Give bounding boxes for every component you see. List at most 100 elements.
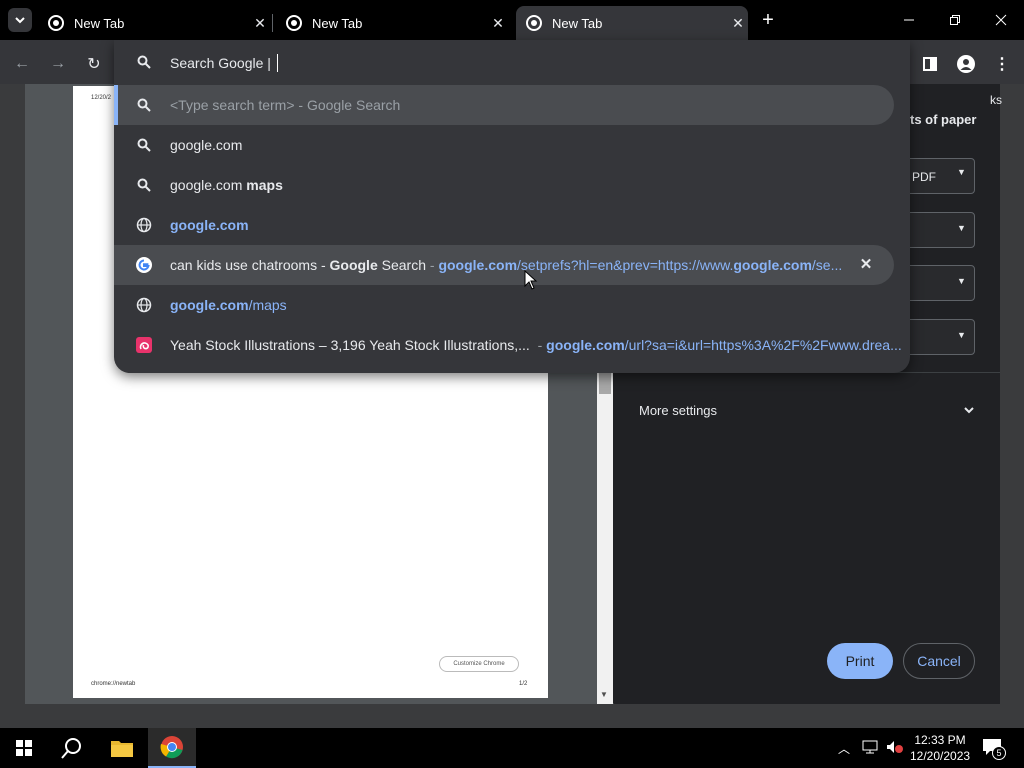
- chevron-down-icon: ▼: [957, 223, 966, 233]
- chevron-down-icon: ▼: [957, 167, 966, 177]
- suggestion-text-part: /se...: [811, 257, 843, 273]
- suggestion-text: google.com/maps: [170, 297, 287, 313]
- suggestion-text-part: maps: [246, 177, 283, 193]
- suggestion-text-part: google.com: [170, 137, 243, 153]
- tab-1[interactable]: New Tab ✕: [38, 6, 270, 40]
- omnibox-suggestion[interactable]: google.com: [114, 205, 894, 245]
- chrome-icon: [160, 736, 183, 759]
- reload-button[interactable]: ↻: [80, 50, 108, 78]
- close-tab-icon[interactable]: ✕: [728, 15, 748, 32]
- suggestion-text-part: /url?sa=i&url=https%3A%2F%2Fwww.drea...: [624, 337, 902, 353]
- destination-value: PDF: [912, 170, 936, 184]
- avatar-icon: [957, 55, 975, 73]
- suggestion-text: can kids use chatrooms - Google Search -…: [170, 257, 842, 273]
- restore-button[interactable]: [932, 0, 978, 40]
- search-icon: [134, 95, 154, 115]
- suggestion-text: google.com: [170, 137, 242, 153]
- search-icon: [134, 175, 154, 195]
- preview-header-date: 12/20/2: [91, 95, 112, 101]
- suggestion-text-part: -: [426, 257, 439, 273]
- focus-indicator: [114, 85, 118, 125]
- preview-customize-button: Customize Chrome: [439, 656, 519, 672]
- suggestion-text-part: google.com: [438, 257, 518, 273]
- preview-page-number: 1/2: [519, 681, 528, 687]
- omnibox-input[interactable]: Search Google |: [170, 55, 271, 71]
- minimize-icon: [904, 19, 914, 21]
- suggestion-text-part: /maps: [248, 297, 287, 313]
- globe-icon: [134, 295, 154, 315]
- tab-search-button[interactable]: [8, 8, 32, 32]
- forward-button[interactable]: →: [44, 50, 72, 78]
- pages-per-sheet-label: ts of paper: [910, 112, 977, 127]
- side-panel-button[interactable]: [916, 50, 944, 78]
- omnibox-suggestion[interactable]: <Type search term> - Google Search: [114, 85, 894, 125]
- minimize-button[interactable]: [886, 0, 932, 40]
- tab-separator: [272, 14, 273, 32]
- suggestion-text: google.com: [170, 217, 249, 233]
- omnibox-suggestion[interactable]: Yeah Stock Illustrations – 3,196 Yeah St…: [114, 325, 902, 365]
- start-button[interactable]: [0, 728, 48, 768]
- close-tab-icon[interactable]: ✕: [250, 15, 270, 32]
- notification-center-button[interactable]: 5: [982, 738, 1006, 760]
- chrome-icon: [526, 15, 542, 31]
- suggestion-text: Yeah Stock Illustrations – 3,196 Yeah St…: [170, 337, 902, 353]
- menu-button[interactable]: ⋮: [988, 50, 1016, 78]
- side-panel-icon: [923, 57, 937, 71]
- omnibox-suggestion[interactable]: google.com/maps: [114, 285, 894, 325]
- mouse-cursor-icon: [524, 270, 538, 290]
- suggestion-text-part: google.com: [170, 217, 249, 233]
- cancel-button[interactable]: Cancel: [903, 643, 975, 679]
- taskbar-search-button[interactable]: [48, 728, 96, 768]
- search-icon: [61, 738, 81, 759]
- close-tab-icon[interactable]: ✕: [488, 15, 508, 32]
- windows-icon: [16, 740, 32, 756]
- back-button[interactable]: ←: [8, 50, 36, 78]
- restore-icon: [950, 15, 960, 25]
- scrollbar-thumb[interactable]: [599, 372, 611, 394]
- omnibox-suggestion[interactable]: google.com maps: [114, 165, 894, 205]
- preview-footer-url: chrome://newtab: [91, 681, 136, 687]
- suggestion-text-part: google.com: [733, 257, 812, 273]
- suggestion-text-part: -: [529, 337, 547, 353]
- more-settings-label: More settings: [639, 402, 718, 418]
- plus-icon: +: [762, 9, 774, 31]
- print-button[interactable]: Print: [827, 643, 893, 679]
- clock-date: 12/20/2023: [910, 749, 971, 763]
- tab-title: New Tab: [312, 15, 363, 31]
- volume-muted-icon[interactable]: [886, 740, 904, 754]
- suggestion-text-part: can kids use chatrooms -: [170, 257, 330, 273]
- suggestion-text: google.com maps: [170, 177, 283, 193]
- close-window-button[interactable]: [978, 0, 1024, 40]
- chrome-icon: [286, 15, 302, 31]
- suggestion-text-part: google.com: [546, 337, 625, 353]
- new-tab-button[interactable]: +: [758, 8, 778, 32]
- profile-button[interactable]: [952, 50, 980, 78]
- globe-icon: [134, 215, 154, 235]
- remove-suggestion-icon[interactable]: ✕: [858, 255, 874, 275]
- tab-3-active[interactable]: New Tab ✕: [516, 6, 748, 40]
- arrow-right-icon: →: [50, 55, 66, 72]
- scroll-down-arrow[interactable]: ▼: [600, 690, 608, 699]
- chevron-down-icon: ▼: [957, 330, 966, 340]
- more-settings-toggle[interactable]: More settings: [639, 400, 975, 420]
- chevron-down-icon: [15, 17, 25, 24]
- tab-2[interactable]: New Tab ✕: [276, 6, 508, 40]
- bookmarks-partial: ks: [990, 93, 1002, 107]
- chrome-taskbar-button[interactable]: [148, 728, 196, 768]
- clock[interactable]: 12:33 PM 12/20/2023: [910, 733, 970, 763]
- chrome-icon: [48, 15, 64, 31]
- omnibox-suggestion[interactable]: google.com: [114, 125, 894, 165]
- network-icon[interactable]: [862, 740, 878, 754]
- chevron-down-icon: [964, 407, 974, 414]
- tab-title: New Tab: [552, 15, 603, 31]
- file-explorer-button[interactable]: [98, 728, 146, 768]
- folder-icon: [111, 741, 133, 757]
- chevron-up-icon[interactable]: ︿: [838, 740, 850, 757]
- clock-time: 12:33 PM: [914, 733, 966, 747]
- reload-icon: ↻: [87, 56, 101, 73]
- arrow-left-icon: ←: [14, 55, 30, 72]
- suggestion-text-part: google.com: [170, 297, 249, 313]
- suggestion-text: <Type search term> - Google Search: [170, 97, 400, 113]
- omnibox-suggestion[interactable]: can kids use chatrooms - Google Search -…: [114, 245, 894, 285]
- text-cursor: [277, 54, 278, 72]
